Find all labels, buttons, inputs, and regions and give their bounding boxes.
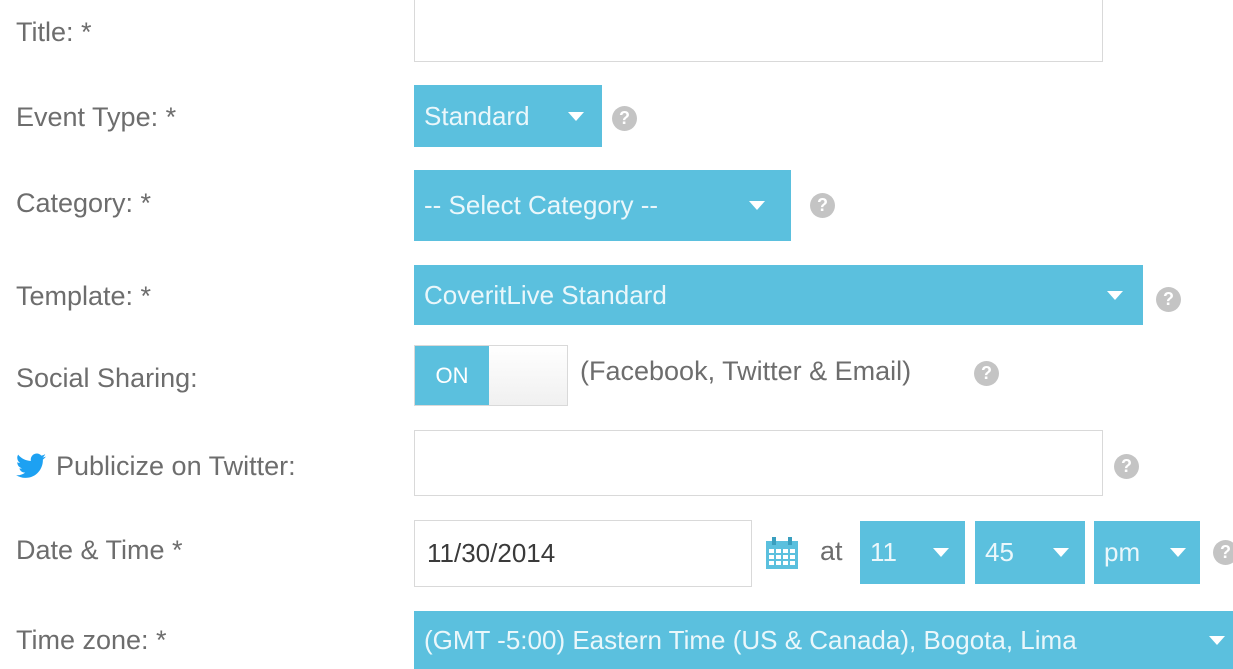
hour-select[interactable]: 11 [860,521,965,584]
chevron-down-icon [1209,635,1225,645]
social-sharing-toggle[interactable]: ON [414,345,568,406]
minute-value: 45 [985,537,1014,567]
chevron-down-icon [1053,548,1069,557]
time-zone-value: (GMT -5:00) Eastern Time (US & Canada), … [424,624,1077,655]
event-type-select[interactable]: Standard [414,85,602,147]
help-icon[interactable]: ? [1156,287,1181,312]
toggle-on-state: ON [415,346,489,405]
social-sharing-note: (Facebook, Twitter & Email) [580,356,912,386]
help-icon[interactable]: ? [974,361,999,386]
chevron-down-icon [933,548,949,557]
time-zone-select[interactable]: (GMT -5:00) Eastern Time (US & Canada), … [414,611,1233,669]
minute-select[interactable]: 45 [975,521,1085,584]
date-time-label: Date & Time * [16,534,183,565]
ampm-select[interactable]: pm [1094,521,1200,584]
toggle-knob [489,346,567,405]
hour-value: 11 [870,537,897,567]
calendar-icon[interactable] [764,537,800,571]
help-icon[interactable]: ? [810,193,835,218]
event-type-value: Standard [424,100,530,131]
time-zone-label: Time zone: * [16,624,167,655]
social-sharing-label: Social Sharing: [16,362,198,393]
template-select[interactable]: CoveritLive Standard [414,265,1143,325]
chevron-down-icon [1170,548,1186,557]
title-label: Title: * [16,16,92,47]
twitter-bird-icon [16,453,46,478]
category-select[interactable]: -- Select Category -- [414,170,791,241]
help-icon[interactable]: ? [1114,454,1139,479]
twitter-label: Publicize on Twitter: [56,450,296,481]
help-icon[interactable]: ? [612,106,637,131]
chevron-down-icon [749,201,765,210]
date-input[interactable]: 11/30/2014 [414,520,752,587]
category-value: -- Select Category -- [424,190,659,220]
help-icon[interactable]: ? [1213,540,1233,565]
event-type-label: Event Type: * [16,101,177,132]
category-label: Category: * [16,187,152,218]
title-input[interactable] [414,0,1103,62]
ampm-value: pm [1104,537,1141,567]
at-text: at [820,536,843,566]
template-value: CoveritLive Standard [424,279,667,310]
twitter-input[interactable] [414,430,1103,496]
twitter-label-row: Publicize on Twitter: [16,446,296,486]
chevron-down-icon [568,111,584,121]
chevron-down-icon [1107,290,1123,300]
template-label: Template: * [16,280,152,311]
